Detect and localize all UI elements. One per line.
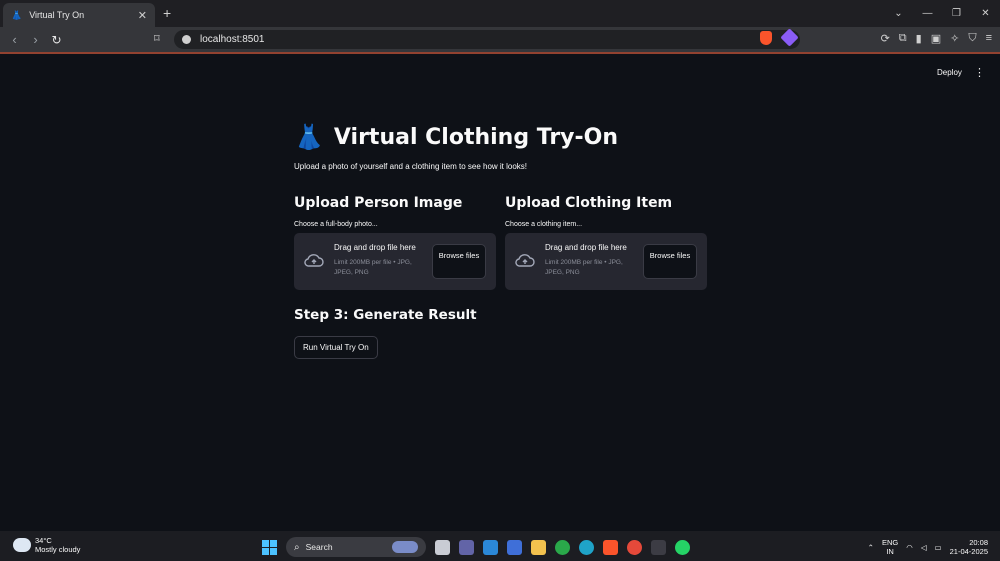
person-browse-files-button[interactable]: Browse files [432, 244, 486, 279]
brave-shields-icon[interactable] [760, 31, 772, 45]
show-hidden-icons-icon[interactable]: ⌃ [868, 543, 874, 552]
page-title-text: Virtual Clothing Try-On [333, 124, 619, 150]
dress-icon: 👗 [294, 123, 324, 151]
page-load-divider [0, 52, 1000, 54]
brave-browser-icon[interactable] [603, 539, 618, 555]
xbox-icon[interactable] [555, 539, 570, 555]
url-text: localhost:8501 [200, 34, 265, 45]
cloudy-weather-icon [13, 538, 31, 552]
page-subtitle: Upload a photo of yourself and a clothin… [294, 162, 528, 171]
teams-icon[interactable] [459, 539, 474, 555]
tab-title: Virtual Try On [29, 10, 85, 20]
edge-icon[interactable] [579, 539, 594, 555]
browser-tab-bar: 👗 Virtual Try On ✕ + ⌄ — ❐ ✕ [0, 0, 1000, 27]
sidebar-icon[interactable]: ▮ [916, 32, 922, 45]
reload-icon[interactable]: ↻ [46, 33, 67, 47]
battery-icon[interactable]: ▭ [935, 543, 942, 552]
whatsapp-icon[interactable] [675, 539, 690, 555]
maximize-icon[interactable]: ❐ [942, 8, 971, 19]
clothing-upload-heading: Upload Clothing Item [505, 195, 673, 211]
file-limit-text: Limit 200MB per file • JPG, JPEG, PNG [334, 259, 412, 276]
drop-instructions: Drag and drop file here [545, 243, 627, 252]
search-highlight-icon [392, 541, 418, 553]
person-upload-heading: Upload Person Image [294, 195, 463, 211]
person-upload-hint: Choose a full-body photo... [294, 221, 378, 228]
step3-heading: Step 3: Generate Result [294, 307, 477, 323]
cloud-upload-icon [515, 254, 535, 267]
site-info-icon[interactable] [182, 35, 191, 44]
windows-taskbar: 34°C Mostly cloudy ⌕ Search ⌃ ENG IN ◠ ◁… [0, 531, 1000, 561]
minimize-icon[interactable]: — [913, 8, 942, 19]
search-label: Search [305, 542, 333, 552]
search-icon: ⌕ [294, 541, 300, 553]
clock-time: 20:08 [969, 538, 988, 547]
vpn-icon[interactable]: ⟳ [881, 32, 890, 45]
forward-icon[interactable]: › [25, 32, 46, 47]
wallet-icon[interactable]: ▣ [931, 32, 941, 45]
clothing-upload-column: Upload Clothing Item Choose a clothing i… [505, 195, 707, 290]
person-upload-column: Upload Person Image Choose a full-body p… [294, 195, 496, 290]
address-bar[interactable]: localhost:8501 ⌕ ⇪ [174, 30, 800, 49]
task-view-icon[interactable] [435, 539, 450, 555]
leo-ai-icon[interactable]: ✧ [950, 32, 959, 45]
volume-icon[interactable]: ◁ [921, 543, 927, 552]
new-tab-icon[interactable]: + [163, 5, 171, 21]
run-virtual-try-on-button[interactable]: Run Virtual Try On [294, 336, 378, 359]
main-content: 👗 Virtual Clothing Try-On Upload a photo… [294, 120, 708, 359]
brave-vpn-icon[interactable]: ⛉ [968, 32, 976, 45]
language-code: ENG [881, 538, 899, 547]
file-explorer-icon[interactable] [531, 539, 546, 555]
browser-toolbar: ‹ › ↻ ⌑ localhost:8501 ⌕ ⇪ ⟳ ⧉ ▮ ▣ ✧ ⛉ ≡ [0, 27, 1000, 52]
page-title: 👗 Virtual Clothing Try-On [294, 120, 708, 154]
region-code: IN [886, 547, 894, 556]
clock[interactable]: 20:08 21-04-2025 [950, 538, 988, 556]
deploy-button[interactable]: Deploy [937, 68, 962, 77]
drop-instructions: Drag and drop file here [334, 243, 416, 252]
extension-icons: ⟳ ⧉ ▮ ▣ ✧ ⛉ ≡ [881, 32, 992, 45]
window-controls: ⌄ — ❐ ✕ [884, 0, 1000, 27]
clock-date: 21-04-2025 [949, 547, 988, 556]
menu-icon[interactable]: ≡ [986, 32, 992, 45]
chrome-icon[interactable] [627, 539, 642, 555]
weather-widget[interactable]: 34°C Mostly cloudy [13, 536, 80, 554]
notes-app-icon[interactable] [507, 539, 522, 555]
upload-columns: Upload Person Image Choose a full-body p… [294, 195, 708, 290]
browser-tab[interactable]: 👗 Virtual Try On ✕ [3, 3, 155, 27]
windows-start-icon[interactable] [262, 539, 277, 555]
store-icon[interactable] [483, 539, 498, 555]
weather-condition: Mostly cloudy [35, 545, 81, 554]
temperature: 34°C [35, 536, 52, 545]
extensions-icon[interactable]: ⧉ [899, 32, 907, 45]
close-window-icon[interactable]: ✕ [971, 8, 1000, 19]
taskbar-search[interactable]: ⌕ Search [286, 537, 426, 557]
dress-favicon-icon: 👗 [11, 9, 23, 20]
clothing-browse-files-button[interactable]: Browse files [643, 244, 697, 279]
wifi-icon[interactable]: ◠ [906, 543, 913, 552]
clothing-file-dropzone[interactable]: Drag and drop file here Limit 200MB per … [505, 233, 707, 290]
person-file-dropzone[interactable]: Drag and drop file here Limit 200MB per … [294, 233, 496, 290]
close-tab-icon[interactable]: ✕ [138, 9, 147, 22]
main-menu-icon[interactable]: ⋮ [974, 66, 985, 79]
clothing-upload-hint: Choose a clothing item... [505, 221, 583, 228]
terminal-icon[interactable] [651, 539, 666, 555]
taskbar-apps: ⌕ Search [262, 537, 690, 557]
tab-search-icon[interactable]: ⌄ [884, 8, 913, 19]
language-indicator[interactable]: ENG IN [882, 538, 898, 556]
cloud-upload-icon [304, 254, 324, 267]
file-limit-text: Limit 200MB per file • JPG, JPEG, PNG [545, 259, 623, 276]
system-tray: ⌃ ENG IN ◠ ◁ ▭ 20:08 21-04-2025 [868, 535, 1000, 559]
back-icon[interactable]: ‹ [4, 32, 25, 47]
bookmark-icon[interactable]: ⌑ [154, 32, 160, 45]
